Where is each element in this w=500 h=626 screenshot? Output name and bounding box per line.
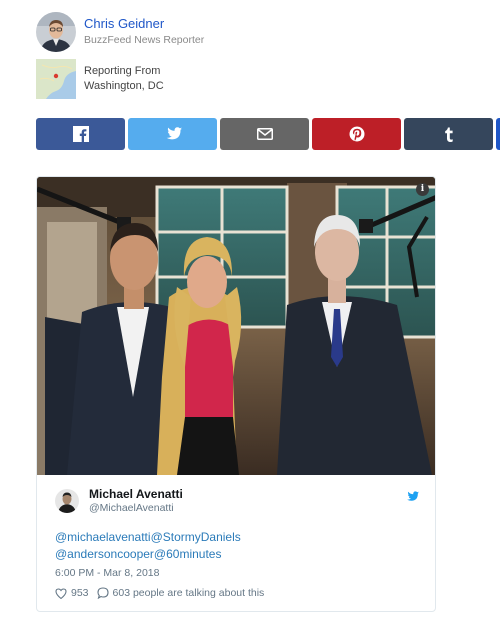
map-thumbnail xyxy=(36,59,76,99)
share-pinterest-button[interactable] xyxy=(312,118,401,150)
info-icon[interactable]: i xyxy=(416,183,429,196)
share-email-button[interactable] xyxy=(220,118,309,150)
tweet-text: @michaelavenatti@StormyDaniels @anderson… xyxy=(55,529,241,563)
author-title: BuzzFeed News Reporter xyxy=(84,34,205,46)
author-byline: Chris Geidner BuzzFeed News Reporter xyxy=(36,12,204,52)
heart-icon xyxy=(55,587,67,599)
tweet-photo[interactable]: i xyxy=(37,177,435,475)
pinterest-icon xyxy=(349,126,364,142)
facebook-icon xyxy=(72,126,89,142)
author-name-link[interactable]: Chris Geidner xyxy=(84,16,204,32)
tumblr-icon xyxy=(444,127,453,142)
tweet-timestamp[interactable]: 6:00 PM - Mar 8, 2018 xyxy=(55,567,159,579)
share-bar xyxy=(36,118,500,150)
talking-count: 603 people are talking about this xyxy=(112,587,265,599)
mention-link[interactable]: @andersoncooper xyxy=(55,547,154,561)
author-avatar[interactable] xyxy=(36,12,76,52)
tweet-author[interactable]: Michael Avenatti @MichaelAvenatti xyxy=(55,487,183,515)
location-place: Washington, DC xyxy=(84,80,164,92)
mention-link[interactable]: @StormyDaniels xyxy=(151,530,241,544)
location-label: Reporting From xyxy=(84,65,161,77)
comment-icon xyxy=(96,587,109,599)
twitter-icon xyxy=(166,126,182,139)
tweet-author-name[interactable]: Michael Avenatti xyxy=(89,487,183,502)
share-tumblr-button[interactable] xyxy=(404,118,493,150)
tweet-actions: 953 603 people are talking about this xyxy=(55,587,264,599)
tweet-embed[interactable]: i Michael Avenatti @MichaelAvenatti @mic… xyxy=(36,176,436,612)
mention-link[interactable]: @michaelavenatti xyxy=(55,530,151,544)
share-facebook-button[interactable] xyxy=(36,118,125,150)
like-count: 953 xyxy=(71,587,89,599)
tweet-avatar[interactable] xyxy=(55,489,79,513)
tweet-author-handle[interactable]: @MichaelAvenatti xyxy=(89,502,183,515)
like-button[interactable]: 953 xyxy=(55,587,89,599)
location-block: Reporting From Washington, DC xyxy=(36,59,164,99)
email-icon xyxy=(256,128,273,140)
share-twitter-button[interactable] xyxy=(128,118,217,150)
share-more-button[interactable] xyxy=(496,118,500,150)
mention-link[interactable]: @60minutes xyxy=(154,547,222,561)
twitter-bird-icon[interactable] xyxy=(405,490,419,508)
conversation-link[interactable]: 603 people are talking about this xyxy=(96,587,265,599)
